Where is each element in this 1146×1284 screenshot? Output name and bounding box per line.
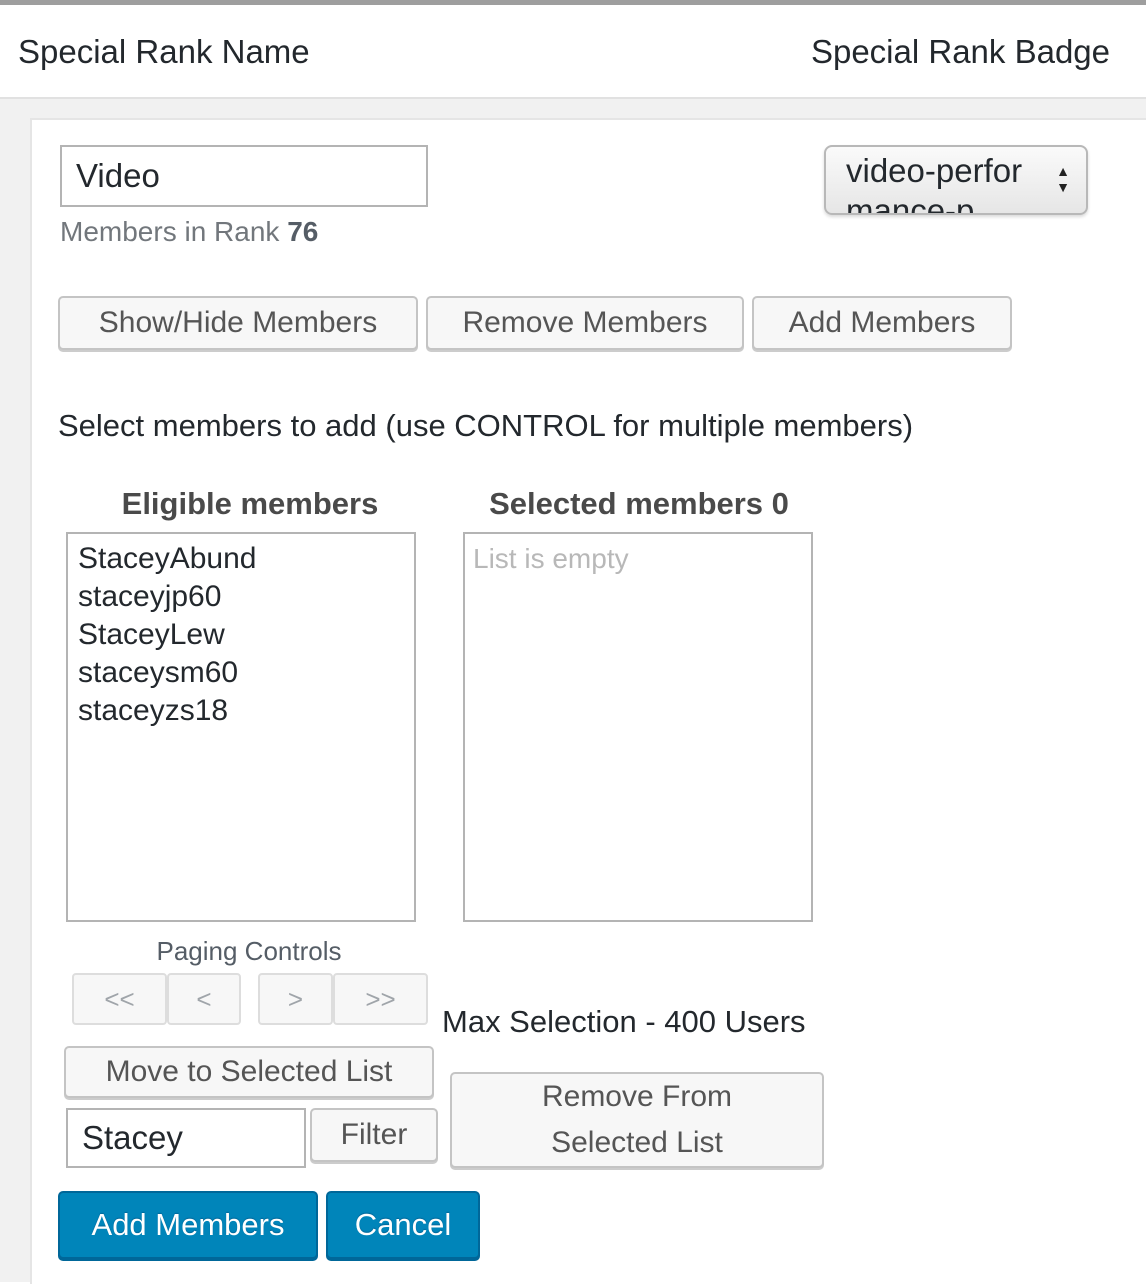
rank-edit-panel: video-performance-p ▲▼ Members in Rank 7…: [30, 118, 1146, 1284]
cancel-button[interactable]: Cancel: [326, 1191, 480, 1259]
members-in-rank-count: 76: [287, 216, 319, 247]
rank-badge-select[interactable]: video-performance-p ▲ ▼: [824, 145, 1088, 215]
paging-last-button[interactable]: >>: [333, 973, 428, 1025]
show-hide-members-button[interactable]: Show/Hide Members: [58, 296, 418, 350]
selected-members-list[interactable]: List is empty: [463, 532, 813, 922]
remove-from-selected-line2: Selected List: [551, 1126, 723, 1159]
eligible-members-list[interactable]: StaceyAbund staceyjp60 StaceyLew staceys…: [66, 532, 416, 922]
list-item[interactable]: StaceyAbund: [68, 540, 414, 578]
list-item[interactable]: staceysm60: [68, 654, 414, 692]
add-members-button[interactable]: Add Members: [752, 296, 1012, 350]
list-empty-placeholder: List is empty: [473, 543, 629, 574]
rank-badge-select-value: video-performance-p: [846, 152, 1023, 215]
column-header-rank-badge: Special Rank Badge: [810, 33, 1110, 70]
filter-input[interactable]: [66, 1108, 306, 1168]
paging-controls-label: Paging Controls: [156, 936, 342, 966]
remove-members-button[interactable]: Remove Members: [426, 296, 744, 350]
column-header-rank-name: Special Rank Name: [18, 33, 310, 70]
rank-name-input[interactable]: [60, 145, 428, 207]
paging-first-button[interactable]: <<: [72, 973, 167, 1025]
paging-next-button[interactable]: >: [258, 973, 333, 1025]
remove-from-selected-button[interactable]: Remove From Selected List: [450, 1072, 824, 1168]
filter-button[interactable]: Filter: [310, 1108, 438, 1162]
remove-from-selected-line1: Remove From: [541, 1080, 733, 1113]
max-selection-text: Max Selection - 400 Users: [442, 1004, 806, 1039]
list-item[interactable]: staceyjp60: [68, 578, 414, 616]
paging-prev-button[interactable]: <: [167, 973, 241, 1025]
eligible-members-heading: Eligible members: [121, 486, 379, 521]
list-item[interactable]: StaceyLew: [68, 616, 414, 654]
table-header: Special Rank Name Special Rank Badge: [0, 5, 1146, 99]
move-to-selected-button[interactable]: Move to Selected List: [64, 1046, 434, 1098]
selected-members-heading: Selected members 0: [489, 486, 789, 521]
instructions-text: Select members to add (use CONTROL for m…: [58, 408, 914, 443]
members-in-rank-label: Members in Rank: [60, 216, 280, 247]
submit-add-members-button[interactable]: Add Members: [58, 1191, 318, 1259]
list-item[interactable]: staceyzs18: [68, 692, 414, 730]
members-in-rank: Members in Rank 76: [60, 216, 318, 248]
select-updown-icon: ▲ ▼: [1056, 163, 1070, 195]
